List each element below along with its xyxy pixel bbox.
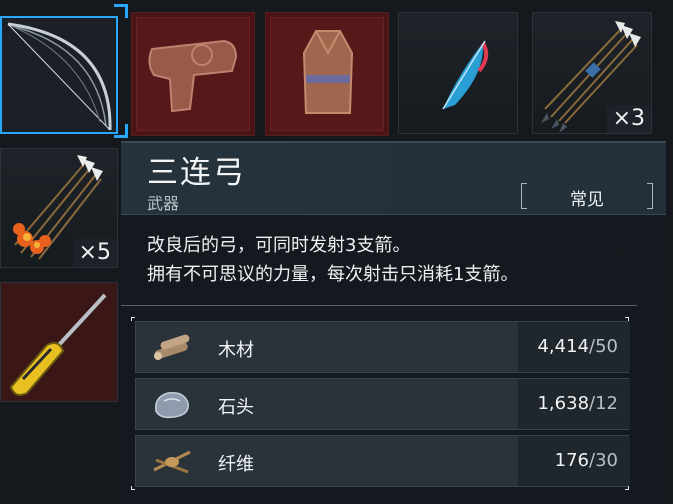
material-row-wood: 木材 4,414/50 bbox=[135, 321, 630, 373]
inventory-slot-screwdriver[interactable] bbox=[0, 282, 118, 402]
screwdriver-icon bbox=[9, 293, 107, 396]
feather-icon bbox=[442, 40, 489, 110]
selection-corner-br bbox=[114, 124, 128, 138]
material-have: 1,638 bbox=[537, 393, 590, 414]
item-description: 改良后的弓，可同时发射3支箭。 拥有不可思议的力量，每次射击只消耗1支箭。 bbox=[147, 231, 518, 289]
item-title: 三连弓 bbox=[147, 155, 246, 191]
tooltip-header: 三连弓 武器 常见 bbox=[121, 141, 666, 215]
material-count: 176/30 bbox=[518, 436, 630, 486]
material-have: 176 bbox=[554, 450, 590, 471]
panel-corner bbox=[625, 486, 629, 490]
material-row-stone: 石头 1,638/12 bbox=[135, 378, 630, 430]
inventory-slot-bow[interactable] bbox=[0, 16, 118, 134]
rarity-label: 常见 bbox=[570, 190, 604, 210]
robe-icon bbox=[302, 30, 354, 114]
slot-quantity: ×3 bbox=[606, 105, 651, 133]
material-need: 12 bbox=[595, 393, 618, 414]
material-need: 30 bbox=[595, 450, 618, 471]
description-line: 改良后的弓，可同时发射3支箭。 bbox=[147, 235, 411, 256]
inventory-slot-pistol[interactable] bbox=[131, 12, 255, 136]
item-category: 武器 bbox=[147, 194, 180, 213]
inventory-slot-fire-arrows[interactable]: ×5 bbox=[0, 148, 118, 268]
item-tooltip: 三连弓 武器 常见 改良后的弓，可同时发射3支箭。 拥有不可思议的力量，每次射击… bbox=[121, 141, 666, 504]
triple-bow-icon bbox=[7, 22, 112, 131]
material-name: 纤维 bbox=[218, 454, 254, 475]
pistol-icon bbox=[148, 39, 238, 113]
rarity-badge: 常见 bbox=[521, 182, 653, 210]
material-name: 石头 bbox=[218, 397, 254, 418]
panel-corner bbox=[131, 486, 135, 490]
divider bbox=[121, 305, 637, 306]
panel-corner bbox=[625, 317, 629, 321]
material-row-fiber: 纤维 176/30 bbox=[135, 435, 630, 487]
inventory-slot-arrows[interactable]: ×3 bbox=[532, 12, 652, 134]
material-count: 1,638/12 bbox=[518, 379, 630, 429]
material-need: 50 bbox=[595, 336, 618, 357]
description-line: 拥有不可思议的力量，每次射击只消耗1支箭。 bbox=[147, 264, 519, 285]
selection-corner-tr bbox=[114, 4, 128, 18]
stone-icon bbox=[155, 391, 189, 419]
panel-corner bbox=[131, 317, 135, 321]
inventory-slot-robe[interactable] bbox=[265, 12, 389, 136]
material-name: 木材 bbox=[218, 340, 254, 361]
material-count: 4,414/50 bbox=[518, 322, 630, 372]
fiber-icon bbox=[153, 450, 191, 474]
wood-icon bbox=[154, 334, 190, 360]
inventory-slot-feather[interactable] bbox=[398, 12, 518, 134]
material-have: 4,414 bbox=[537, 336, 590, 357]
slot-quantity: ×5 bbox=[72, 239, 117, 267]
